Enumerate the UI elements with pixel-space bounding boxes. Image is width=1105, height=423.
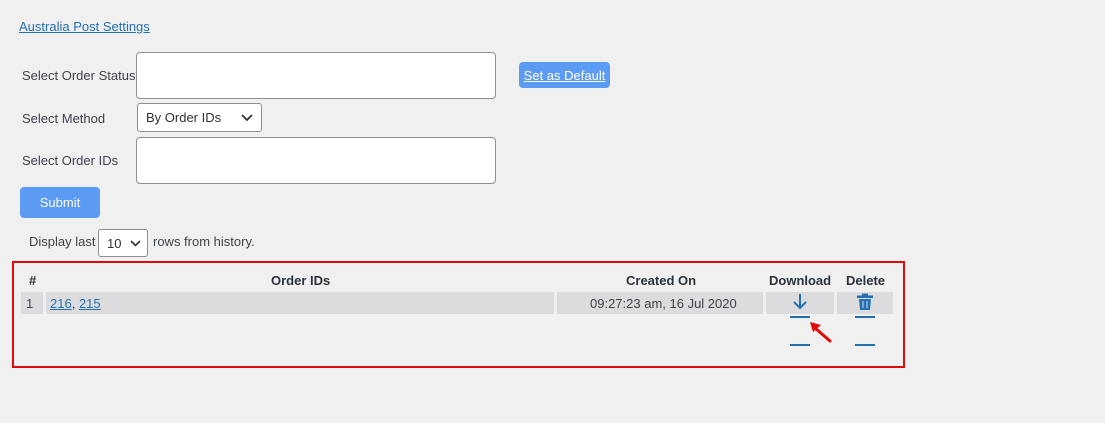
row-num: 1 — [26, 296, 34, 311]
download-underline — [790, 316, 810, 318]
header-download: Download — [769, 273, 832, 288]
submit-button[interactable]: Submit — [20, 187, 100, 218]
order-ids-input[interactable] — [136, 137, 496, 184]
set-as-default-label: Set as Default — [523, 67, 606, 83]
history-prefix: Display last — [29, 234, 96, 249]
set-as-default-button[interactable]: Set as Default — [519, 62, 610, 88]
method-label: Select Method — [22, 111, 106, 126]
order-status-input[interactable] — [136, 52, 496, 99]
trash-icon — [855, 293, 875, 314]
empty-delete-link[interactable] — [855, 344, 875, 346]
row-order-ids-cell — [46, 292, 554, 314]
australia-post-settings-link[interactable]: Australia Post Settings — [19, 19, 150, 34]
method-select[interactable]: By Order IDs — [137, 103, 262, 132]
order-id-separator: , — [71, 296, 76, 311]
download-arrow-icon — [790, 294, 810, 314]
history-rows-select[interactable]: 10 — [98, 229, 148, 257]
header-order-ids: Order IDs — [271, 273, 331, 288]
row-created-on: 09:27:23 am, 16 Jul 2020 — [590, 296, 737, 311]
history-rows-value: 10 — [107, 235, 122, 251]
submit-label: Submit — [39, 195, 81, 210]
row-order-ids: 216, 215 — [50, 296, 101, 311]
method-select-value: By Order IDs — [146, 110, 222, 125]
red-arrow-icon — [806, 319, 834, 345]
delete-underline — [855, 316, 875, 318]
history-suffix: rows from history. — [153, 234, 255, 249]
order-status-label: Select Order Status — [22, 68, 136, 83]
header-delete: Delete — [846, 273, 886, 288]
download-button[interactable] — [790, 293, 810, 318]
order-id-link[interactable]: 215 — [79, 296, 101, 311]
delete-button[interactable] — [855, 293, 875, 318]
header-created-on: Created On — [626, 273, 697, 288]
chevron-down-icon — [241, 113, 253, 122]
order-ids-label: Select Order IDs — [22, 153, 119, 168]
chevron-down-icon — [130, 239, 141, 247]
order-id-link[interactable]: 216 — [50, 296, 72, 311]
header-num: # — [29, 273, 37, 288]
